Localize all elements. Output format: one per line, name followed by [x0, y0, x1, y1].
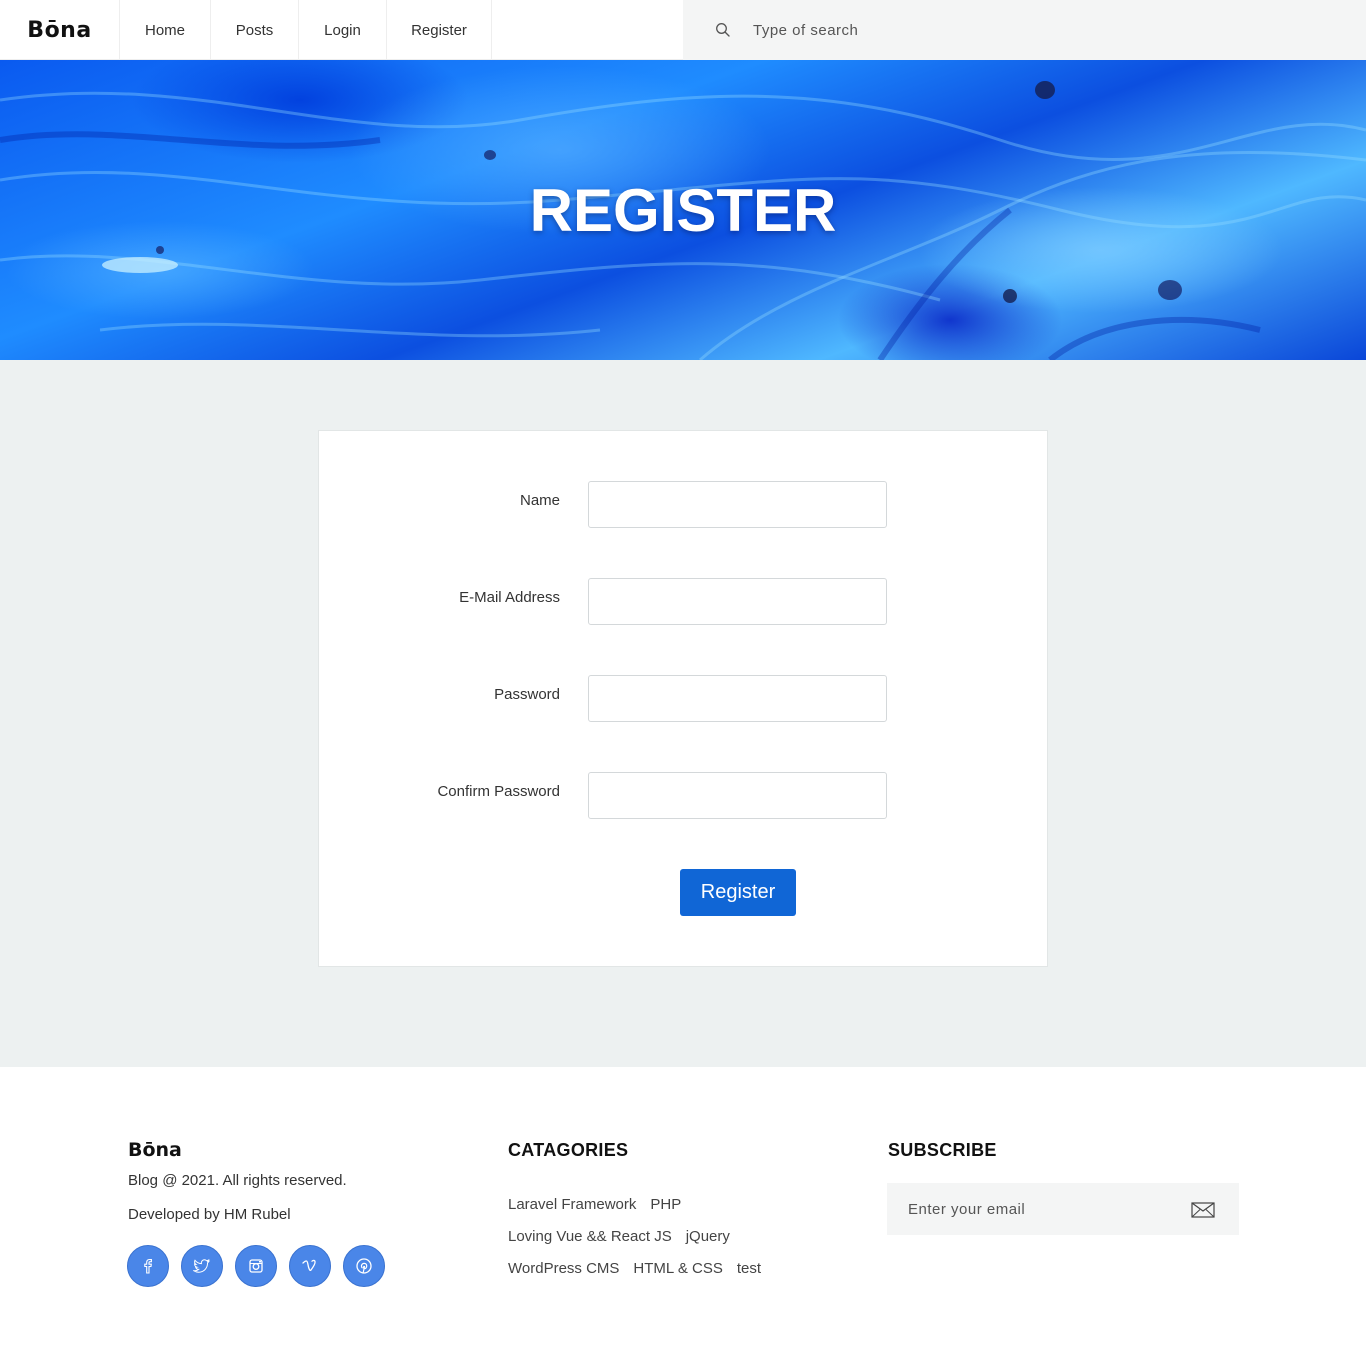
category-tag[interactable]: WordPress CMS — [508, 1259, 619, 1291]
form-row-name: Name — [319, 481, 1049, 529]
form-row-password: Password — [319, 675, 1049, 723]
confirm-password-field[interactable] — [588, 772, 887, 819]
subscribe-form — [887, 1183, 1239, 1235]
password-field[interactable] — [588, 675, 887, 722]
footer-logo[interactable]: Bōna — [128, 1139, 182, 1161]
category-tag[interactable]: test — [737, 1259, 761, 1291]
category-tag[interactable]: HTML & CSS — [633, 1259, 722, 1291]
name-field[interactable] — [588, 481, 887, 528]
nav-item-home[interactable]: Home — [120, 0, 211, 60]
instagram-icon[interactable] — [235, 1245, 277, 1287]
developer-credit: Developed by HM Rubel — [128, 1206, 291, 1223]
nav-item-login[interactable]: Login — [299, 0, 387, 60]
subscribe-heading: SUBSCRIBE — [888, 1140, 997, 1160]
twitter-icon[interactable] — [181, 1245, 223, 1287]
hero-banner: REGISTER — [0, 60, 1366, 360]
search-input[interactable] — [753, 21, 1153, 39]
password-label: Password — [494, 685, 560, 703]
form-row-email: E-Mail Address — [319, 578, 1049, 626]
register-button[interactable]: Register — [680, 869, 796, 916]
site-footer: Bōna Blog @ 2021. All rights reserved. D… — [0, 1067, 1366, 1357]
register-form-card: Name E-Mail Address Password Confirm Pas… — [318, 430, 1048, 967]
category-tag[interactable]: PHP — [650, 1195, 681, 1227]
confirm-password-label: Confirm Password — [437, 782, 560, 800]
search-icon[interactable] — [715, 22, 731, 38]
email-label: E-Mail Address — [459, 588, 560, 606]
site-header: Bōna Home Posts Login Register — [0, 0, 1366, 60]
page-title: REGISTER — [529, 176, 837, 244]
category-tag[interactable]: Laravel Framework — [508, 1195, 636, 1227]
main-nav: Home Posts Login Register — [120, 0, 492, 60]
nav-item-register[interactable]: Register — [387, 0, 492, 60]
pinterest-icon[interactable] — [343, 1245, 385, 1287]
category-tags: Laravel Framework PHP Loving Vue && Reac… — [508, 1195, 858, 1291]
subscribe-email-input[interactable] — [908, 1183, 1168, 1235]
main-content: Name E-Mail Address Password Confirm Pas… — [0, 360, 1366, 1067]
category-tag[interactable]: jQuery — [686, 1227, 730, 1259]
envelope-icon[interactable] — [1191, 1201, 1215, 1219]
name-label: Name — [519, 491, 560, 509]
email-field[interactable] — [588, 578, 887, 625]
site-logo[interactable]: Bōna — [0, 0, 120, 60]
category-tag[interactable]: Loving Vue && React JS — [508, 1227, 672, 1259]
copyright-text: Blog @ 2021. All rights reserved. — [128, 1172, 347, 1189]
categories-heading: CATAGORIES — [508, 1140, 629, 1160]
facebook-icon[interactable] — [127, 1245, 169, 1287]
social-links — [127, 1245, 397, 1287]
nav-item-posts[interactable]: Posts — [211, 0, 299, 60]
search-bar — [683, 0, 1366, 60]
form-row-confirm-password: Confirm Password — [319, 772, 1049, 820]
vimeo-icon[interactable] — [289, 1245, 331, 1287]
